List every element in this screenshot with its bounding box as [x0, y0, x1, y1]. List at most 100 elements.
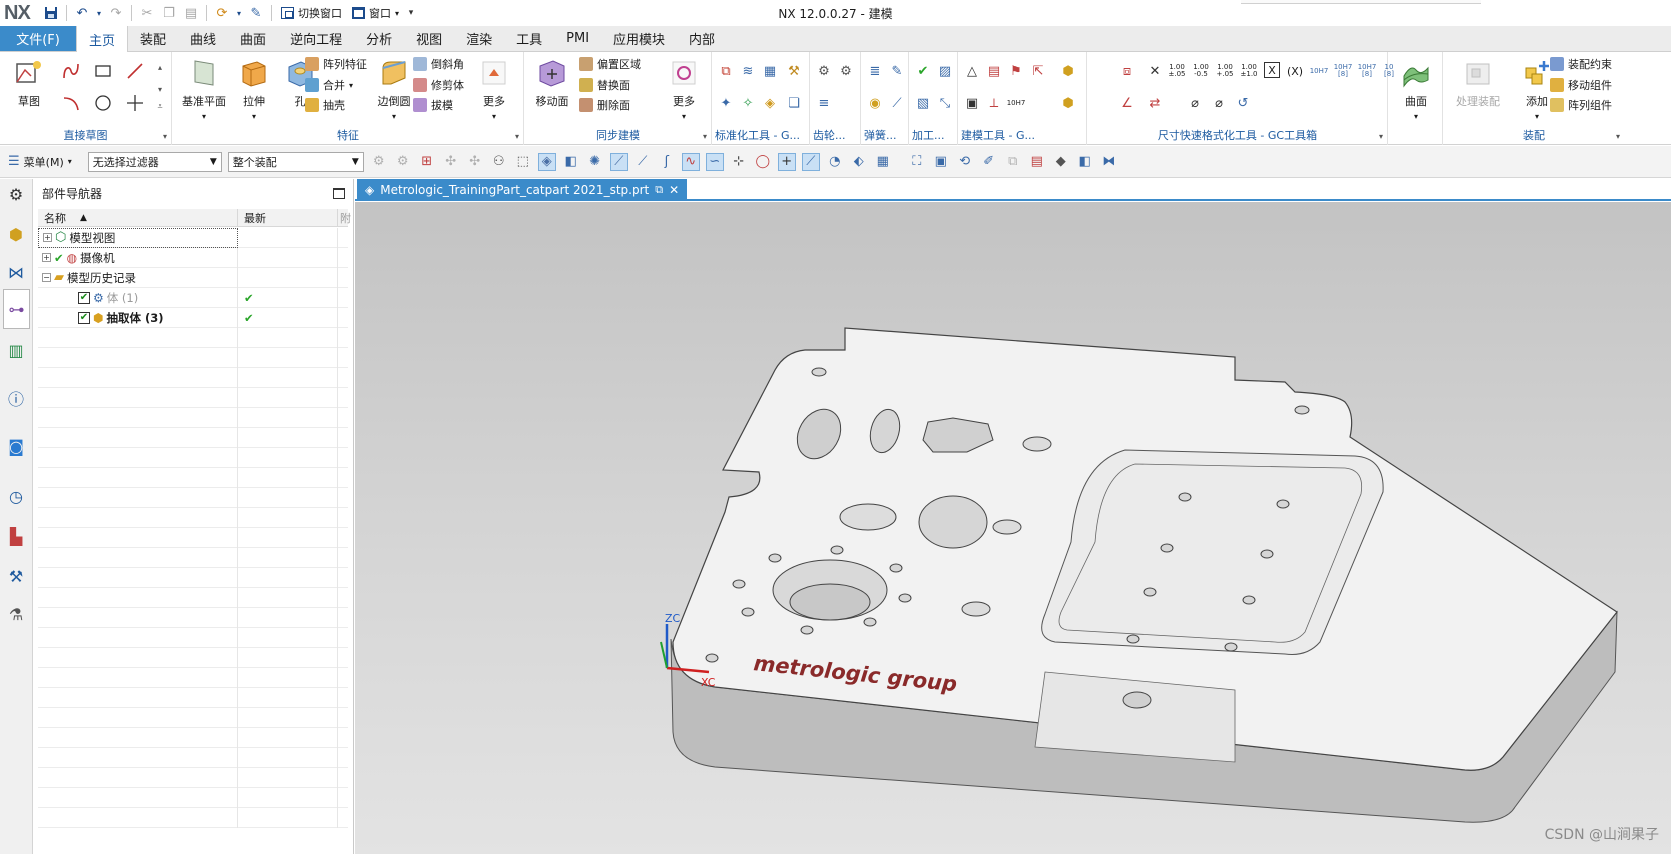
- sync-more-button[interactable]: 更多 ▾: [659, 56, 709, 121]
- gallery-expand-icon[interactable]: ⩡: [151, 98, 169, 116]
- column-latest[interactable]: 最新: [238, 209, 338, 226]
- spring-calc-icon[interactable]: ◉: [866, 94, 884, 112]
- standard-part-icon[interactable]: ⧉: [717, 62, 735, 80]
- machining-setup-icon[interactable]: ▨: [936, 62, 954, 80]
- move-face-button[interactable]: 移动面: [527, 56, 577, 109]
- tab-surface[interactable]: 曲面: [228, 26, 278, 51]
- visibility-checkbox[interactable]: ✔: [78, 291, 90, 304]
- tab-home[interactable]: 主页: [76, 26, 129, 53]
- window-menu-button[interactable]: 窗口 ▾: [349, 5, 402, 21]
- edge-blend-button[interactable]: 边倒圆 ▾: [369, 56, 419, 121]
- chevron-down-icon[interactable]: ▾: [703, 132, 707, 141]
- copy-icon[interactable]: ❐: [160, 4, 178, 22]
- orient-view-icon[interactable]: ▤: [1028, 153, 1046, 171]
- circle-icon[interactable]: [94, 94, 112, 112]
- perspective-icon[interactable]: ⧉: [1004, 153, 1022, 171]
- menu-button[interactable]: ☰ 菜单(M) ▾: [8, 154, 72, 170]
- tool-icon[interactable]: ⚒: [785, 62, 803, 80]
- wave-icon[interactable]: ⚑: [1007, 62, 1025, 80]
- chevron-down-icon[interactable]: ▾: [1379, 132, 1383, 141]
- helical-gear-icon[interactable]: ⚙: [837, 62, 855, 80]
- diameter-icon[interactable]: ⌀: [1186, 94, 1204, 112]
- tab-curve[interactable]: 曲线: [178, 26, 228, 51]
- fit-view-icon[interactable]: ⛶: [908, 153, 926, 171]
- select-edge-icon[interactable]: ✣: [466, 153, 484, 171]
- undo-icon[interactable]: ↶: [73, 4, 91, 22]
- type-filter-select[interactable]: 无选择过滤器 ▼: [87, 151, 222, 172]
- spring-icon[interactable]: ≣: [866, 62, 884, 80]
- tree-row-camera[interactable]: + ✔ ◍ 摄像机: [38, 247, 348, 268]
- shaded-icon[interactable]: ◧: [1076, 153, 1094, 171]
- external-window-icon[interactable]: ⧉: [655, 183, 663, 197]
- customize-quick-access-icon[interactable]: ▾: [406, 4, 416, 22]
- spring-edit-icon[interactable]: ✎: [888, 62, 906, 80]
- redo-icon[interactable]: ↷: [107, 4, 125, 22]
- chevron-down-icon[interactable]: ▾: [515, 132, 519, 141]
- table-icon[interactable]: ▦: [761, 62, 779, 80]
- offset-region-button[interactable]: 偏置区域: [579, 56, 641, 72]
- expand-icon[interactable]: +: [43, 233, 52, 242]
- tolerance-icon[interactable]: 10H7: [1007, 94, 1026, 112]
- datum-plane-button[interactable]: 基准平面 ▾: [179, 56, 229, 121]
- attribute-icon[interactable]: ✧: [739, 94, 757, 112]
- layer-icon[interactable]: ≋: [739, 62, 757, 80]
- pattern-component-button[interactable]: 阵列组件: [1550, 97, 1612, 113]
- select-curve-icon[interactable]: ✣: [442, 153, 460, 171]
- process-studio-icon[interactable]: ⚒: [5, 565, 27, 587]
- gallery-down-icon[interactable]: ▾: [151, 80, 169, 98]
- chevron-down-icon[interactable]: ▾: [1616, 132, 1620, 141]
- dimension-icon[interactable]: ⟂: [985, 94, 1003, 112]
- shell-button[interactable]: 抽壳: [305, 97, 345, 113]
- draft-button[interactable]: 拔模: [413, 97, 453, 113]
- edit-section-icon[interactable]: ⧓: [1100, 153, 1118, 171]
- clone-icon[interactable]: ❏: [785, 94, 803, 112]
- face-snap-icon[interactable]: ⬖: [850, 153, 868, 171]
- pan-icon[interactable]: ✐: [980, 153, 998, 171]
- endpoint-snap-icon[interactable]: ∿: [681, 152, 700, 171]
- visibility-checkbox[interactable]: ✔: [78, 311, 90, 324]
- export-icon[interactable]: ⇱: [1029, 62, 1047, 80]
- tab-pmi[interactable]: PMI: [554, 26, 601, 51]
- on-curve-snap-icon[interactable]: ⟋: [801, 152, 820, 171]
- extrude-button[interactable]: 拉伸 ▾: [229, 56, 279, 121]
- text-box-icon[interactable]: ▣: [963, 94, 981, 112]
- tab-tools[interactable]: 工具: [504, 26, 554, 51]
- replace-face-button[interactable]: 替换面: [579, 77, 630, 93]
- web-browser-icon[interactable]: ⓘ: [5, 387, 27, 409]
- point-snap-icon[interactable]: +: [777, 152, 796, 171]
- role-icon[interactable]: ⚗: [5, 603, 27, 625]
- assembly-navigator-icon[interactable]: ⬢: [5, 223, 27, 245]
- save-icon[interactable]: [42, 4, 60, 22]
- unite-button[interactable]: 合并 ▾: [305, 77, 353, 93]
- spur-gear-icon[interactable]: ⚙: [815, 62, 833, 80]
- color-icon[interactable]: ◈: [761, 94, 779, 112]
- chevron-down-icon[interactable]: ▾: [235, 4, 243, 22]
- close-icon[interactable]: ✕: [669, 183, 679, 197]
- rectangle-icon[interactable]: [94, 62, 112, 80]
- profile-icon[interactable]: [62, 62, 80, 80]
- tab-application[interactable]: 应用模块: [601, 26, 677, 51]
- line-icon[interactable]: [126, 62, 144, 80]
- tab-analysis[interactable]: 分析: [354, 26, 404, 51]
- refresh-dimension-icon[interactable]: ↺: [1234, 94, 1252, 112]
- reference-dimension-icon[interactable]: (X): [1286, 62, 1304, 80]
- pattern-feature-button[interactable]: 阵列特征: [305, 56, 367, 72]
- settings-icon[interactable]: ⚙: [5, 183, 27, 205]
- paste-icon[interactable]: ▤: [182, 4, 200, 22]
- fit-format-3[interactable]: 10H7 [8]: [1358, 62, 1377, 80]
- process-assembly-button[interactable]: 处理装配: [1448, 56, 1508, 109]
- intersection-snap-icon[interactable]: ⊹: [730, 153, 748, 171]
- tangent-curve-icon[interactable]: ʃ: [658, 153, 676, 171]
- chevron-down-icon[interactable]: ▾: [95, 4, 103, 22]
- assembly-constraint-button[interactable]: 装配约束: [1550, 56, 1612, 72]
- grid-snap-icon[interactable]: ▦: [874, 153, 892, 171]
- tree-row-model-views[interactable]: + ⬡ 模型视图: [38, 227, 348, 248]
- machining-axis-icon[interactable]: ⤡: [936, 94, 954, 112]
- gallery-up-icon[interactable]: ▴: [151, 58, 169, 76]
- curve-select-icon[interactable]: ⟋: [634, 153, 652, 171]
- spring-delete-icon[interactable]: ⟋: [888, 94, 906, 112]
- radius-icon[interactable]: ⌀: [1210, 94, 1228, 112]
- tab-reverse-engineering[interactable]: 逆向工程: [278, 26, 354, 51]
- angle-dimension-icon[interactable]: ∠: [1118, 94, 1136, 112]
- chamfer-button[interactable]: 倒斜角: [413, 56, 464, 72]
